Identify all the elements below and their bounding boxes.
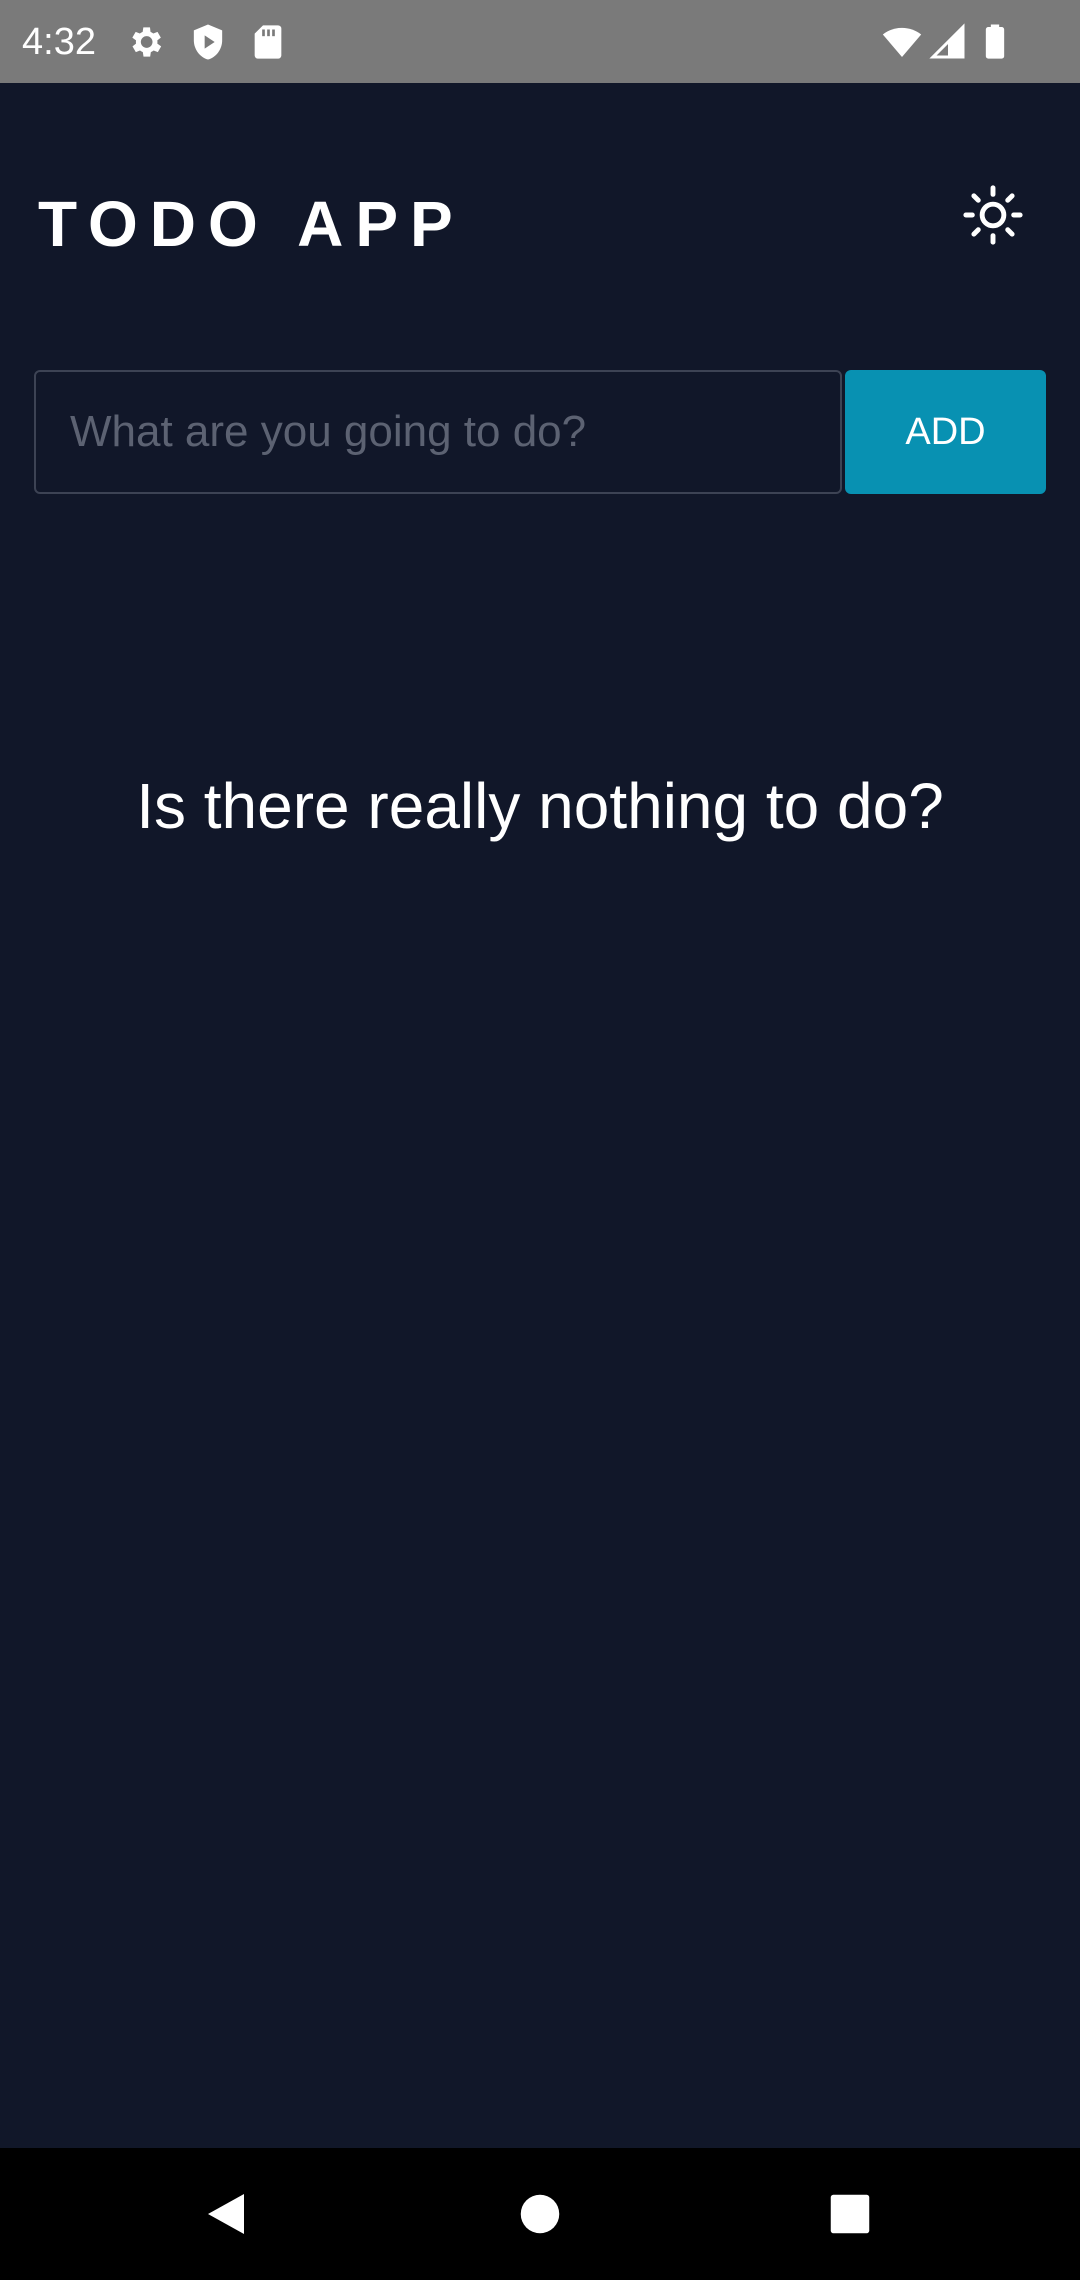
back-icon [208,2194,244,2234]
recents-button[interactable] [810,2174,890,2254]
todo-input[interactable] [34,370,842,494]
add-button[interactable]: ADD [845,370,1046,494]
status-time: 4:32 [22,21,96,63]
empty-state-message: Is there really nothing to do? [136,770,944,842]
back-button[interactable] [186,2174,266,2254]
navigation-bar [0,2148,1080,2280]
signal-icon [929,23,965,59]
gear-icon [132,27,162,57]
theme-toggle-button[interactable] [958,180,1028,250]
home-button[interactable] [500,2174,580,2254]
shield-play-icon [193,24,223,60]
recents-icon [830,2194,870,2234]
status-bar: 4:32 [0,0,1080,83]
app-title: TODO APP [38,188,465,260]
wifi-icon [882,27,922,57]
app-screen: 4:32 TODO APP What are you going to do? … [0,0,1080,2280]
home-icon [520,2194,560,2234]
sd-card-icon [254,25,282,59]
sun-icon [963,185,1023,245]
battery-icon [985,24,1005,59]
